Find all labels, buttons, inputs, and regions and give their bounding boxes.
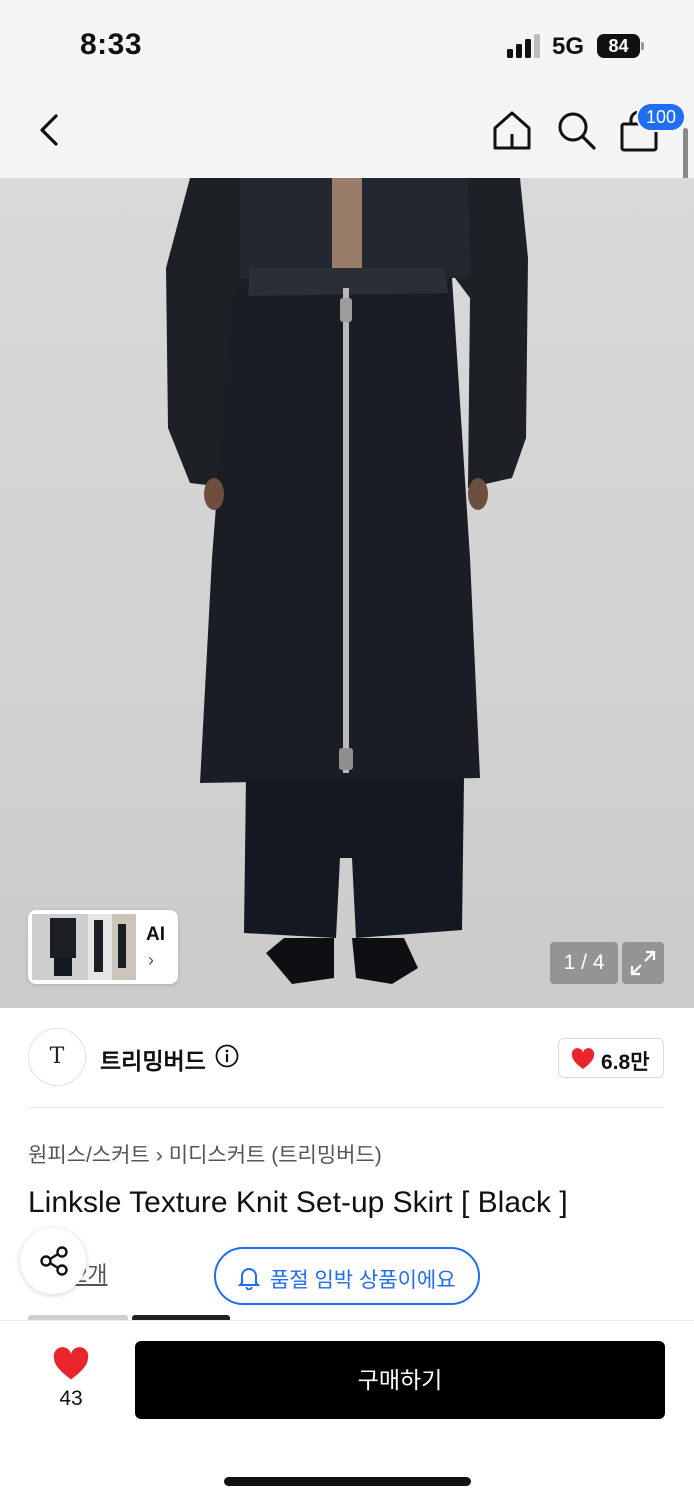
brand-like-count: 6.8만 [601, 1051, 650, 1074]
expand-icon [630, 950, 656, 976]
thumbnail-image [32, 914, 136, 980]
battery-icon: 84 [597, 34, 645, 58]
share-icon [40, 1246, 68, 1276]
info-icon[interactable] [215, 1044, 239, 1068]
signal-icon [507, 34, 540, 58]
chevron-right-icon: › [148, 950, 154, 970]
status-bar: 8:33 5G 84 [0, 0, 694, 90]
brand-logo[interactable]: T [28, 1028, 86, 1086]
soldout-soon-chip[interactable]: 품절 임박 상품이에요 [214, 1247, 480, 1305]
wish-count: 43 [59, 1387, 83, 1410]
battery-level: 84 [597, 34, 640, 58]
home-icon[interactable] [490, 108, 534, 152]
image-counter: 1 / 4 [550, 942, 618, 984]
expand-button[interactable] [622, 942, 664, 984]
brand-name[interactable]: 트리밍버드 [100, 1042, 206, 1076]
breadcrumb-category[interactable]: 원피스/스커트 [28, 1144, 150, 1167]
heart-icon[interactable] [52, 1347, 90, 1381]
brand-like-button[interactable]: 6.8만 [558, 1038, 664, 1078]
ai-label: AI [146, 924, 165, 945]
breadcrumb-subcategory[interactable]: 미디스커트 (트리밍버드) [169, 1144, 382, 1167]
home-indicator [224, 1477, 471, 1486]
ai-styling-thumbnail[interactable]: AI › [28, 910, 178, 984]
bottom-action-bar: 43 구매하기 [0, 1320, 694, 1500]
chevron-right-icon: › [155, 1144, 163, 1167]
product-title: Linksle Texture Knit Set-up Skirt [ Blac… [28, 1186, 568, 1219]
soldout-soon-text: 품절 임박 상품이에요 [270, 1269, 456, 1292]
share-button[interactable] [20, 1228, 86, 1294]
network-type: 5G [552, 33, 585, 60]
buy-button[interactable]: 구매하기 [135, 1341, 665, 1419]
cart-count-badge: 100 [636, 102, 687, 132]
battery-tip [641, 42, 644, 50]
search-icon[interactable] [554, 108, 598, 152]
product-image-gallery[interactable]: AI › 1 / 4 [0, 178, 694, 1008]
top-nav-bar: 100 [0, 90, 694, 178]
divider [28, 1107, 664, 1108]
status-time: 8:33 [80, 28, 143, 61]
bell-icon [238, 1268, 260, 1290]
thumbnail-photo [32, 914, 136, 980]
breadcrumb: 원피스/스커트 › 미디스커트 (트리밍버드) [28, 1139, 382, 1169]
product-photo [166, 178, 528, 984]
heart-icon [571, 1048, 595, 1069]
back-icon[interactable] [30, 108, 70, 152]
